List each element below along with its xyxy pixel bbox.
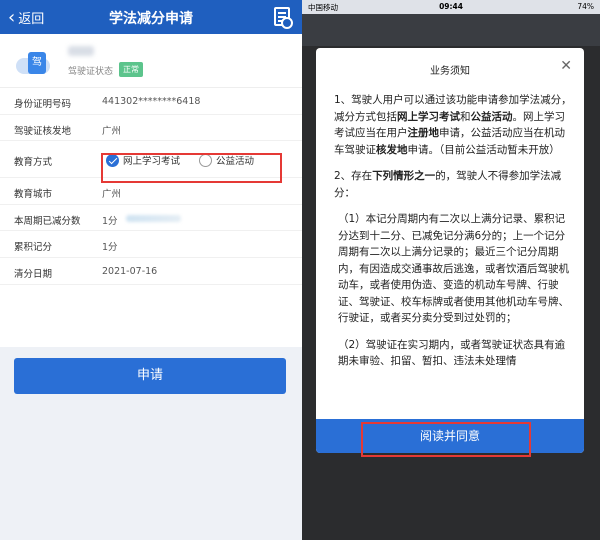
apply-button[interactable]: 申请 [14,358,286,394]
field-label: 驾驶证核发地 [14,125,72,137]
field-row-id: 身份证明号码 441302********6418 [0,88,302,115]
dimmed-header [302,14,600,46]
field-value: 441302********6418 [102,96,201,107]
field-label: 清分日期 [14,268,53,280]
notice-modal: 业务须知 ✕ 1、驾驶人用户可以通过该功能申请参加学法减分，减分方式包括网上学习… [316,48,584,453]
user-name-blurred [68,46,94,56]
field-label: 教育城市 [14,189,53,201]
field-label: 教育方式 [14,157,53,169]
screenshot: ‹ 返回 学法减分申请 驾 驾驶证状态 正常 身份证明号码 441302****… [0,0,600,540]
field-row-clear-date: 清分日期 2021-07-16 [0,258,302,285]
clock: 09:44 [439,2,463,11]
license-status-tag: 正常 [119,62,143,77]
field-row-reduced-points: 本周期已减分数 1分 [0,205,302,232]
modal-title: 业务须知 [430,66,470,77]
status-bar: 中国移动 09:44 74% [302,0,600,14]
highlight-box [101,153,282,183]
field-value: 广州 [102,189,122,201]
field-label: 身份证明号码 [14,99,72,110]
form-card: 驾 驾驶证状态 正常 身份证明号码 441302********6418 驾驶证… [0,34,302,347]
field-value: 1分 [102,215,118,227]
field-value: 2021-07-16 [102,265,158,277]
notice-paragraph-1: 1、驾驶人用户可以通过该功能申请参加学法减分，减分方式包括网上学习考试和公益活动… [334,94,572,156]
license-icon: 驾 [28,52,46,74]
nav-bar: ‹ 返回 学法减分申请 [0,0,302,34]
profile-row: 驾 驾驶证状态 正常 [0,34,302,88]
right-screen: 中国移动 09:44 74% 业务须知 ✕ 1、驾驶人用户可以通过该功能申请参加… [302,0,600,540]
left-screen: ‹ 返回 学法减分申请 驾 驾驶证状态 正常 身份证明号码 441302****… [0,0,302,540]
notice-paragraph-4: （2）驾驶证在实习期内，或者驾驶证状态具有逾期未审验、扣留、暂扣、违法未处理情 [338,338,566,368]
field-label: 累积记分 [14,242,53,254]
notice-paragraph-2: 2、存在下列情形之一的，驾驶人不得参加学法减分： [334,170,562,199]
close-icon[interactable]: ✕ [560,58,572,74]
field-label: 本周期已减分数 [14,215,81,227]
modal-body[interactable]: 1、驾驶人用户可以通过该功能申请参加学法减分，减分方式包括网上学习考试和公益活动… [334,92,572,410]
notice-paragraph-3: （1）本记分周期内有二次以上满分记录、累积记分达到十二分、已减免记分满6分的；上… [338,213,569,324]
highlight-box-agree [361,422,531,457]
blurred-info [126,214,181,222]
page-title: 学法减分申请 [109,11,193,27]
avatar: 驾 [14,46,54,78]
field-row-accumulated-points: 累积记分 1分 [0,231,302,258]
field-value: 1分 [102,242,118,254]
field-value: 广州 [102,125,122,137]
license-status-label: 驾驶证状态 [68,67,114,77]
battery: 74% [577,2,594,11]
field-row-issue-place: 驾驶证核发地 广州 [0,115,302,142]
document-icon[interactable] [274,7,293,29]
dimmed-footer [302,455,600,540]
